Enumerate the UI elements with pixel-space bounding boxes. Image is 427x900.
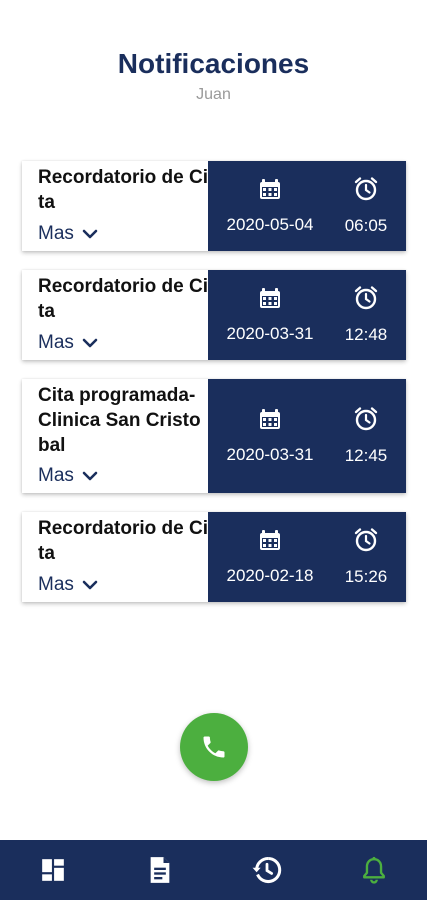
nav-notifications[interactable] [344,840,404,900]
alarm-clock-icon [354,528,378,552]
notification-title: Recordatorio de Cita [38,167,208,213]
notification-time: 12:48 [344,325,388,344]
notification-card[interactable]: Recordatorio de Cita Mas 2020-02-18 15:2… [22,512,406,602]
chevron-down-icon [82,471,98,481]
dashboard-icon [42,859,65,881]
chevron-down-icon [82,338,98,348]
page-header: Notificaciones Juan [0,44,427,104]
notification-time: 06:05 [344,216,388,235]
alarm-clock-icon [354,177,378,201]
page-title: Notificaciones [117,48,310,79]
notification-title: Recordatorio de Cita [38,276,208,322]
nav-history[interactable] [237,840,297,900]
history-icon [252,856,282,884]
chevron-down-icon [82,229,98,239]
notification-date: 2020-03-31 [226,324,314,343]
document-icon [150,857,170,883]
alarm-clock-icon [354,407,378,431]
bell-icon [362,856,385,884]
notification-datetime-panel: 2020-03-31 12:45 [208,379,406,493]
more-label: Mas [38,574,74,595]
notification-date: 2020-03-31 [226,445,314,464]
notification-time: 12:45 [344,446,388,465]
notification-title: Recordatorio de Cita [38,518,208,564]
more-button[interactable]: Mas [38,574,208,596]
alarm-clock-icon [354,286,378,310]
nav-dashboard[interactable] [23,840,83,900]
notification-datetime-panel: 2020-03-31 12:48 [208,270,406,360]
notification-time: 15:26 [344,567,388,586]
user-name: Juan [196,86,231,103]
more-button[interactable]: Mas [38,465,208,487]
notification-card[interactable]: Recordatorio de Cita Mas 2020-03-31 12:4… [22,270,406,360]
calendar-icon [260,530,280,550]
more-button[interactable]: Mas [38,332,208,354]
calendar-icon [260,288,280,308]
more-button[interactable]: Mas [38,223,208,245]
notification-card[interactable]: Recordatorio de Cita Mas 2020-05-04 06:0… [22,161,406,251]
calendar-icon [260,179,280,199]
nav-documents[interactable] [130,840,190,900]
notification-datetime-panel: 2020-05-04 06:05 [208,161,406,251]
more-label: Mas [38,332,74,353]
more-label: Mas [38,223,74,244]
notification-list: Recordatorio de Cita Mas 2020-05-04 06:0… [22,161,406,621]
chevron-down-icon [82,580,98,590]
notification-title: Cita programada-Clinica San Cristobal [38,385,201,456]
call-button[interactable] [180,713,248,781]
notification-date: 2020-02-18 [226,566,314,585]
calendar-icon [260,409,280,429]
notification-card[interactable]: Cita programada-Clinica San Cristobal Ma… [22,379,406,493]
notification-datetime-panel: 2020-02-18 15:26 [208,512,406,602]
notification-date: 2020-05-04 [226,215,314,234]
phone-icon [203,736,225,758]
more-label: Mas [38,465,74,486]
bottom-navigation [0,840,427,900]
